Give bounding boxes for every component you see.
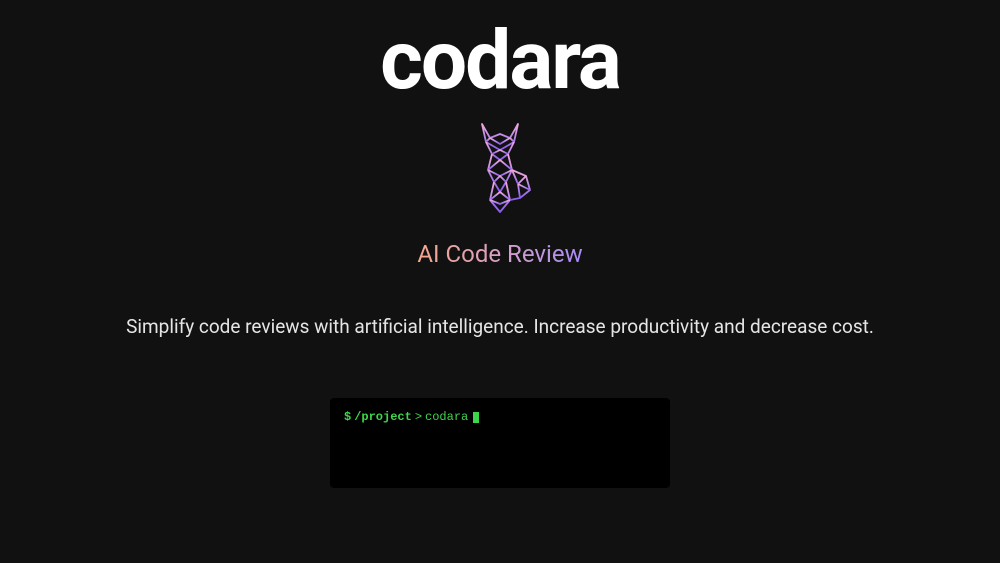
terminal-window: $ /project > codara <box>330 398 670 488</box>
terminal-dollar: $ <box>344 410 351 424</box>
hero-subtitle: AI Code Review <box>417 240 582 268</box>
terminal-caret: > <box>415 410 422 424</box>
brand-logo-text: codara <box>380 20 620 102</box>
terminal-path: /project <box>354 410 412 424</box>
terminal-line: $ /project > codara <box>344 410 656 424</box>
fox-logo-icon <box>460 120 540 220</box>
terminal-cursor-icon <box>473 412 479 423</box>
terminal-command: codara <box>425 410 468 424</box>
hero-description: Simplify code reviews with artificial in… <box>126 312 874 342</box>
